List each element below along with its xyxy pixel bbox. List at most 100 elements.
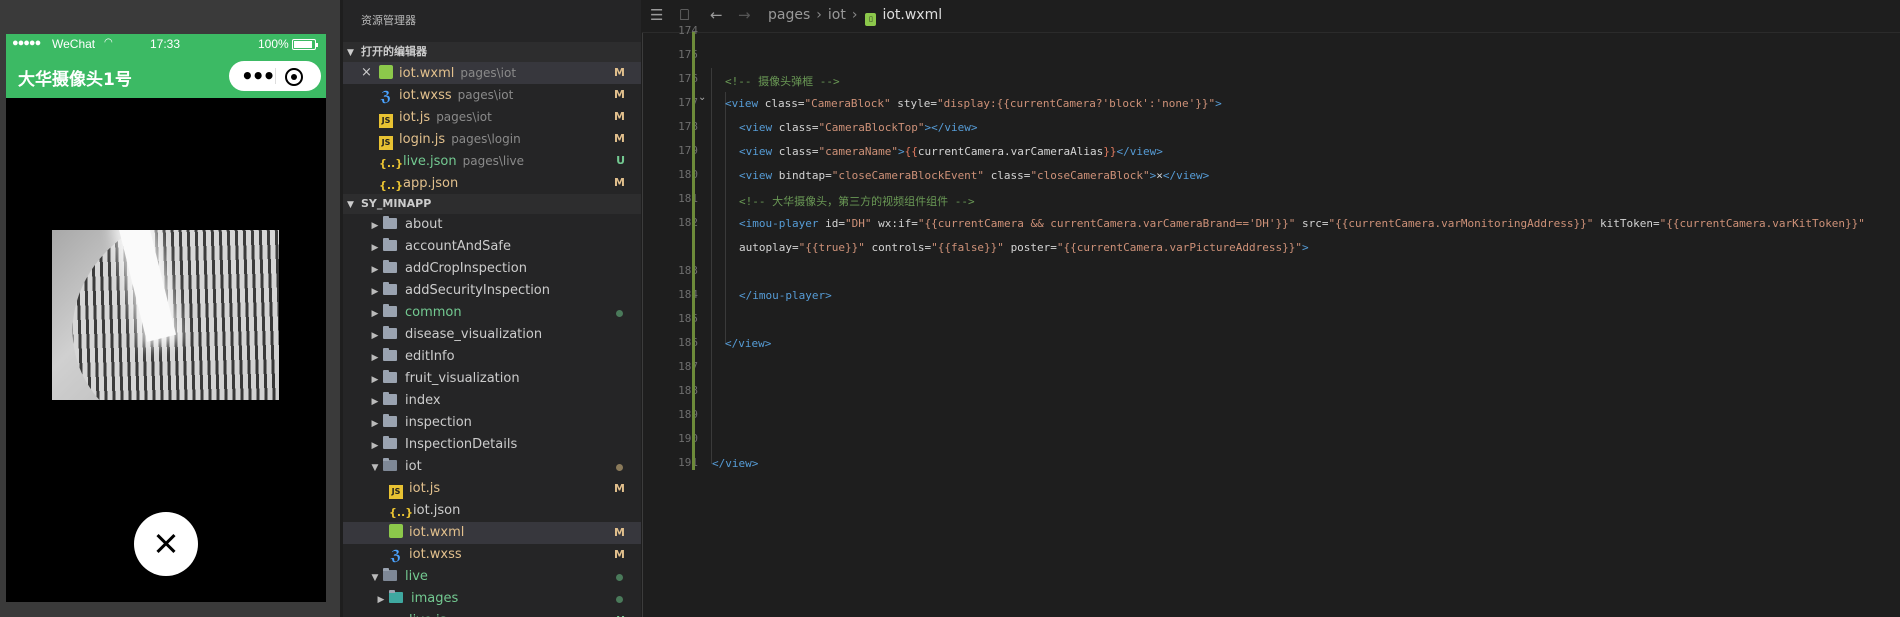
- git-status-badge: M: [614, 176, 625, 189]
- bookmark-icon[interactable]: ⎕: [680, 6, 689, 24]
- forward-arrow-icon[interactable]: →: [738, 6, 751, 24]
- git-status-badge: M: [614, 66, 625, 79]
- page-title: 大华摄像头1号: [18, 70, 132, 90]
- explorer-title: 资源管理器: [361, 14, 416, 27]
- chevron-down-icon[interactable]: ▼: [367, 567, 383, 589]
- breadcrumb: pages › iot › ▯ iot.wxml: [768, 7, 942, 26]
- folder-icon: [383, 348, 397, 361]
- tree-item[interactable]: ▶ accountAndSafe: [343, 236, 641, 258]
- project-tree: ▶ about ▶ accountAndSafe ▶ addCropInspection ▶…: [343, 214, 641, 617]
- camera-video-player[interactable]: [52, 230, 279, 400]
- chevron-down-icon[interactable]: ▼: [367, 457, 383, 479]
- image-folder-icon: [389, 590, 403, 603]
- open-editor-item[interactable]: {..}live.json pages\live U: [343, 150, 641, 172]
- git-status-badge: M: [614, 132, 625, 145]
- open-editor-item[interactable]: ℨiot.wxss pages\iot M: [343, 84, 641, 106]
- tree-item[interactable]: ▶ inspection: [343, 412, 641, 434]
- tree-item[interactable]: iot.wxml M: [343, 522, 641, 544]
- folder-icon: [383, 370, 397, 383]
- tree-item[interactable]: ▶ common: [343, 302, 641, 324]
- chevron-right-icon[interactable]: ▶: [367, 413, 383, 435]
- target-icon[interactable]: [285, 68, 303, 86]
- git-status-badge: M: [614, 548, 625, 561]
- tree-item[interactable]: ▶ index: [343, 390, 641, 412]
- tree-item[interactable]: JSlive.jsU: [343, 610, 641, 617]
- open-editor-item[interactable]: × iot.wxml pages\iot M: [343, 62, 641, 84]
- chevron-right-icon: ›: [851, 7, 858, 23]
- tree-item-label: index: [405, 393, 441, 408]
- back-arrow-icon[interactable]: ←: [710, 6, 723, 24]
- tree-item[interactable]: ▶ InspectionDetails: [343, 434, 641, 456]
- tree-item-label: iot.json: [413, 503, 461, 518]
- tree-item[interactable]: ▶ editInfo: [343, 346, 641, 368]
- list-icon[interactable]: ☰: [650, 6, 663, 24]
- file-path: pages\iot: [457, 88, 514, 102]
- status-dot: [616, 596, 623, 603]
- chevron-right-icon[interactable]: ▶: [367, 435, 383, 457]
- json-file-icon: {..}: [389, 506, 414, 519]
- nav-bar: 大华摄像头1号 •••: [6, 54, 326, 98]
- tree-item-label: iot.wxml: [409, 525, 465, 540]
- breadcrumb-pages[interactable]: pages: [768, 7, 810, 23]
- code-line-184: </imou-player>: [739, 289, 832, 302]
- phone-screen: ●●●●● WeChat ◠ 17:33 100% 大华摄像头1号 •••: [6, 34, 326, 602]
- open-editor-item[interactable]: JS iot.js pages\iot M: [343, 106, 641, 128]
- tree-item-label: addCropInspection: [405, 261, 527, 276]
- battery-percent: 100%: [258, 37, 289, 51]
- tree-item-label: addSecurityInspection: [405, 283, 550, 298]
- tree-item[interactable]: ▶ disease_visualization: [343, 324, 641, 346]
- chevron-right-icon[interactable]: ▶: [367, 325, 383, 347]
- git-status-badge: M: [614, 110, 625, 123]
- status-dot: [616, 310, 623, 317]
- tree-item-label: inspection: [405, 415, 472, 430]
- file-name: iot.wxml: [399, 66, 455, 81]
- more-icon[interactable]: •••: [241, 64, 275, 88]
- open-editor-item[interactable]: JS login.js pages\login M: [343, 128, 641, 150]
- file-explorer: 资源管理器 ▼ 打开的编辑器 × iot.wxml pages\iot M ℨiot.wx…: [343, 0, 641, 617]
- tree-item[interactable]: ▶ fruit_visualization: [343, 368, 641, 390]
- tree-item[interactable]: {..}iot.json: [343, 500, 641, 522]
- wxml-file-icon: [389, 524, 403, 538]
- folder-icon: [383, 304, 397, 317]
- tree-item[interactable]: ▶ about: [343, 214, 641, 236]
- folder-icon: [383, 414, 397, 427]
- tree-item-label: InspectionDetails: [405, 437, 518, 452]
- tree-item-label: accountAndSafe: [405, 239, 511, 254]
- chevron-right-icon[interactable]: ▶: [367, 281, 383, 303]
- chevron-right-icon[interactable]: ▶: [367, 237, 383, 259]
- breadcrumb-file[interactable]: iot.wxml: [882, 7, 942, 23]
- chevron-right-icon[interactable]: ▶: [367, 259, 383, 281]
- chevron-right-icon[interactable]: ▶: [367, 369, 383, 391]
- chevron-down-icon: ▼: [347, 48, 354, 58]
- open-editor-item[interactable]: {..}app.json M: [343, 172, 641, 194]
- chevron-right-icon[interactable]: ▶: [367, 303, 383, 325]
- tree-item[interactable]: ▶ images: [343, 588, 641, 610]
- file-name: live.json: [403, 154, 457, 169]
- chevron-right-icon[interactable]: ▶: [367, 347, 383, 369]
- chevron-right-icon[interactable]: ▶: [367, 391, 383, 413]
- tree-item[interactable]: JS iot.js M: [343, 478, 641, 500]
- project-header[interactable]: ▼ SY_MINAPP: [343, 194, 641, 214]
- status-bar: ●●●●● WeChat ◠ 17:33 100%: [6, 34, 326, 54]
- tree-item[interactable]: ℨiot.wxss M: [343, 544, 641, 566]
- close-icon[interactable]: [134, 512, 198, 576]
- tree-item[interactable]: ▼ live: [343, 566, 641, 588]
- open-editors-header[interactable]: ▼ 打开的编辑器: [343, 42, 641, 62]
- breadcrumb-iot[interactable]: iot: [828, 7, 846, 23]
- fold-chevron-icon[interactable]: ⌄: [698, 92, 706, 103]
- tree-item-label: live.js: [409, 613, 446, 617]
- wxml-file-icon: ▯: [865, 13, 877, 26]
- code-line-179: <view class="cameraName">{{currentCamera…: [739, 145, 1163, 158]
- tree-item[interactable]: ▼ iot: [343, 456, 641, 478]
- chevron-right-icon[interactable]: ▶: [373, 589, 389, 611]
- tree-item[interactable]: ▶ addCropInspection: [343, 258, 641, 280]
- tree-item-label: disease_visualization: [405, 327, 543, 342]
- tree-item[interactable]: ▶ addSecurityInspection: [343, 280, 641, 302]
- close-icon[interactable]: ×: [361, 62, 372, 84]
- open-editors-list: × iot.wxml pages\iot M ℨiot.wxss pages\iot M JS…: [343, 62, 641, 194]
- folder-icon: [383, 260, 397, 273]
- git-status-badge: M: [614, 526, 625, 539]
- tree-item-label: editInfo: [405, 349, 455, 364]
- wifi-icon: ◠: [104, 37, 113, 48]
- chevron-right-icon[interactable]: ▶: [367, 215, 383, 237]
